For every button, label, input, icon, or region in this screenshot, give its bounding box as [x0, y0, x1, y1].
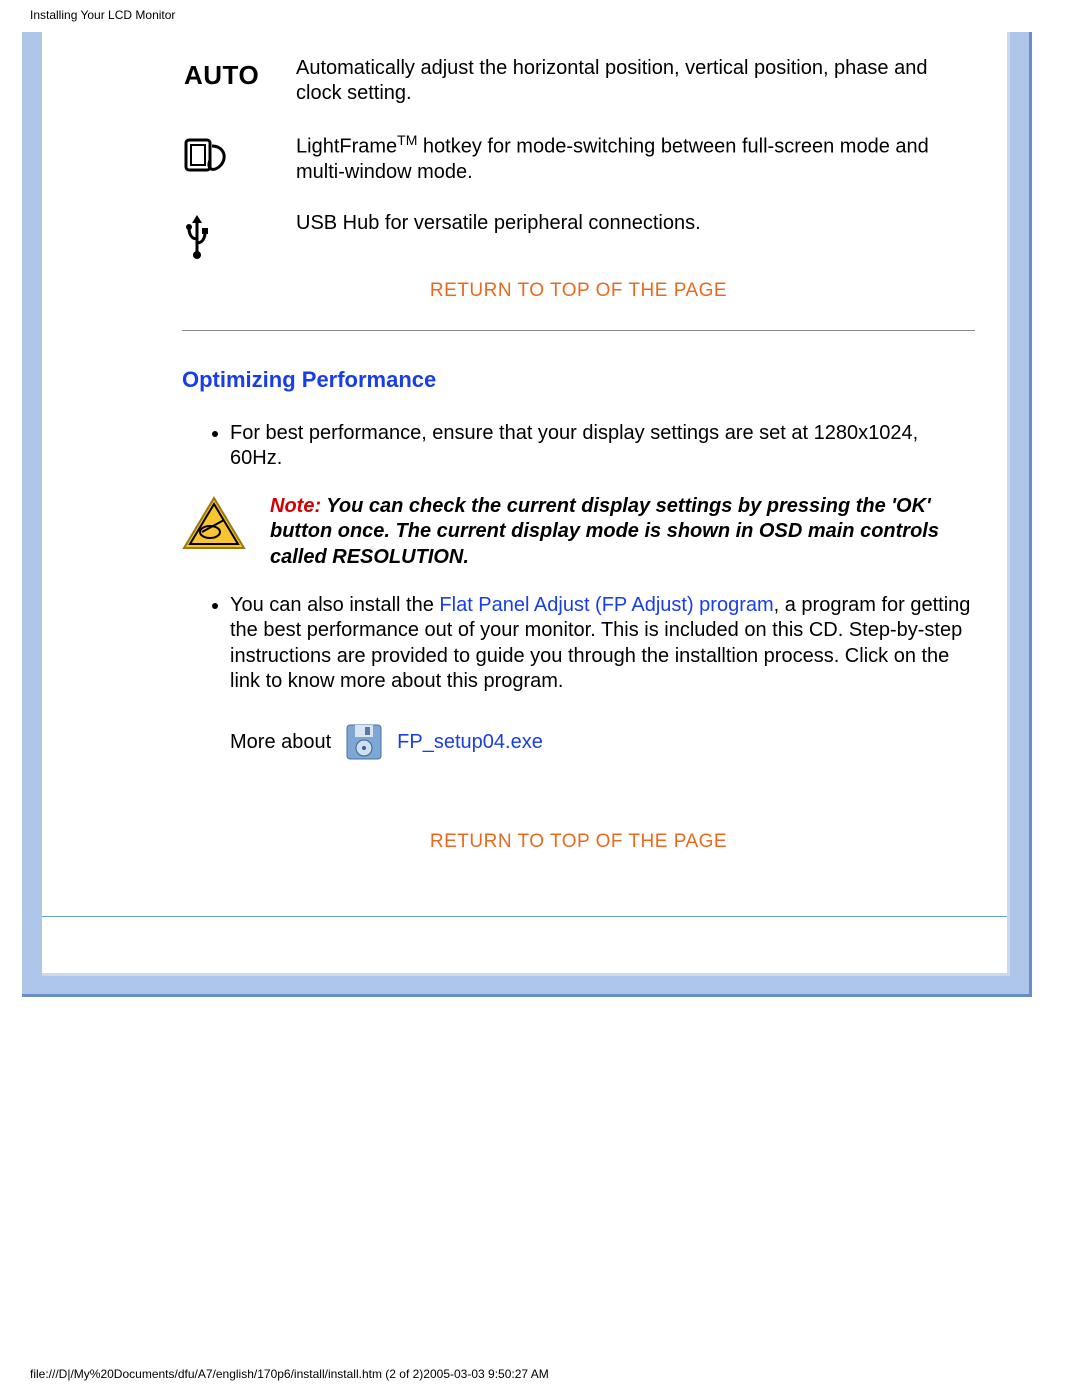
bullet-item-resolution: For best performance, ensure that your d… [230, 421, 975, 472]
auto-description: Automatically adjust the horizontal posi… [296, 56, 973, 130]
bottom-divider [42, 916, 1007, 917]
note-text: Note: You can check the current display … [270, 494, 975, 571]
more-about-row: More about FP_setup04.exe [230, 723, 975, 761]
bullet-item-fpadjust: You can also install the Flat Panel Adju… [230, 593, 975, 695]
fp-setup-file-link[interactable]: FP_setup04.exe [397, 731, 543, 754]
fp-adjust-link[interactable]: Flat Panel Adjust (FP Adjust) program [439, 594, 773, 616]
floppy-disk-icon [345, 723, 383, 761]
more-about-label: More about [230, 731, 331, 754]
usb-icon [184, 215, 294, 259]
lightframe-icon [184, 136, 294, 176]
document-page: AUTO Automatically adjust the horizontal… [42, 32, 1010, 976]
icon-description-table: AUTO Automatically adjust the horizontal… [182, 54, 975, 262]
bullet-list: For best performance, ensure that your d… [182, 421, 975, 472]
bullet-list-2: You can also install the Flat Panel Adju… [182, 593, 975, 695]
section-heading-optimizing: Optimizing Performance [182, 367, 975, 393]
return-to-top-link[interactable]: RETURN TO TOP OF THE PAGE [182, 280, 975, 302]
section-divider [182, 330, 975, 331]
return-to-top-link-2[interactable]: RETURN TO TOP OF THE PAGE [182, 831, 975, 853]
warning-icon [182, 494, 246, 557]
note-row: Note: You can check the current display … [182, 494, 975, 571]
page-header-title: Installing Your LCD Monitor [0, 0, 1080, 22]
usb-description: USB Hub for versatile peripheral connect… [296, 211, 973, 260]
lightframe-description: LightFrameTM hotkey for mode-switching b… [296, 132, 973, 209]
footer-file-path: file:///D|/My%20Documents/dfu/A7/english… [30, 1367, 549, 1381]
outer-frame: AUTO Automatically adjust the horizontal… [22, 32, 1032, 997]
note-label: Note: [270, 495, 321, 517]
auto-icon: AUTO [184, 60, 259, 90]
